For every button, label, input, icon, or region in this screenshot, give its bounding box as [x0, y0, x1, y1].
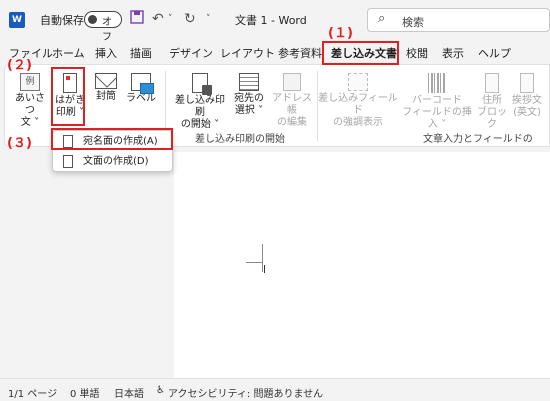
envelope-button[interactable]: 封筒 — [91, 73, 121, 103]
tab-layout[interactable]: レイアウト — [220, 45, 275, 61]
greeting-label-1: あいさつ — [15, 93, 45, 116]
search-icon: ⌕ — [378, 11, 386, 26]
text-cursor — [264, 265, 265, 273]
customize-toolbar-icon[interactable]: ˅ — [206, 10, 211, 28]
greeting-line-icon — [520, 73, 534, 93]
greeting-line-button[interactable]: 挨拶文 (英文) — [509, 73, 545, 119]
document-title: 文書 1 - Word — [235, 14, 307, 27]
labels-label: ラベル — [126, 93, 156, 104]
undo-dropdown-icon[interactable]: ˅ — [168, 10, 173, 28]
menu-item-create-message-side[interactable]: 文面の作成(D) — [53, 152, 174, 171]
annotation-label-3: (３) — [7, 136, 32, 151]
document-background — [0, 147, 174, 377]
edit-recipient-list-button[interactable]: アドレス帳 の編集 — [269, 73, 315, 129]
message-side-icon — [63, 155, 73, 168]
greeting-text-button[interactable]: 例 あいさつ 文 ˅ — [11, 73, 49, 129]
tab-view[interactable]: 表示 — [442, 45, 464, 61]
envelope-label: 封筒 — [96, 91, 116, 102]
tab-home[interactable]: ホーム — [52, 45, 85, 61]
status-accessibility[interactable]: アクセシビリティ: 問題ありません — [168, 385, 323, 400]
status-page-count[interactable]: 1/1 ページ — [8, 385, 57, 400]
search-placeholder: 検索 — [402, 16, 424, 29]
greeting-line-label-1: 挨拶文 — [512, 95, 542, 106]
edit-list-label-1: アドレス帳 — [272, 93, 312, 116]
tab-review[interactable]: 校閲 — [406, 45, 428, 61]
margin-mark — [262, 244, 263, 272]
status-language[interactable]: 日本語 — [114, 385, 144, 400]
address-label-1: 住所 — [482, 95, 502, 106]
highlight-fields-icon — [348, 73, 368, 91]
start-merge-label-2: の開始 ˅ — [180, 119, 220, 130]
barcode-label-2: フィールドの挿入 ˅ — [402, 107, 472, 130]
tab-references[interactable]: 参考資料 — [278, 45, 322, 61]
annotation-box-3 — [51, 128, 173, 150]
highlight-label-1: 差し込みフィールド — [318, 93, 398, 116]
barcode-icon — [428, 73, 446, 93]
address-block-button[interactable]: 住所 ブロック — [475, 73, 509, 131]
save-icon[interactable] — [130, 10, 144, 29]
start-merge-label-1: 差し込み印刷 — [175, 95, 225, 118]
autosave-label: 自動保存 — [40, 14, 84, 27]
undo-icon[interactable]: ↶ — [152, 10, 164, 28]
annotation-box-1 — [322, 41, 399, 65]
insert-barcode-field-button[interactable]: バーコード フィールドの挿入 ˅ — [399, 73, 475, 131]
select-recipients-button[interactable]: 宛先の 選択 ˅ — [231, 73, 267, 117]
recipients-label-2: 選択 ˅ — [234, 105, 264, 116]
start-mail-merge-button[interactable]: 差し込み印刷 の開始 ˅ — [171, 73, 229, 131]
accessibility-icon: ♿ — [156, 385, 165, 396]
highlight-label-2: の強調表示 — [333, 117, 383, 128]
greeting-label-2: 文 ˅ — [20, 117, 40, 128]
highlight-merge-fields-button[interactable]: 差し込みフィールド の強調表示 — [317, 73, 399, 129]
menu-item-label: 文面の作成(D) — [83, 156, 149, 167]
annotation-box-2 — [51, 67, 85, 126]
envelope-icon — [95, 73, 117, 89]
greeting-icon: 例 — [20, 73, 40, 91]
toggle-knob — [88, 15, 97, 24]
address-label-2: ブロック — [477, 107, 507, 130]
redo-icon[interactable]: ↻ — [184, 10, 196, 28]
document-page[interactable] — [174, 152, 550, 378]
ribbon-tabs: ファイル ホーム 挿入 描画 デザイン レイアウト 参考資料 差し込み文書 校閲… — [0, 40, 550, 66]
autosave-toggle[interactable]: オフ — [84, 11, 122, 43]
autosave-state: オフ — [102, 17, 112, 43]
greeting-line-label-2: (英文) — [513, 107, 541, 118]
group-label-write-insert-fields: 文章入力とフィールドの — [423, 134, 533, 145]
annotation-label-2: (２) — [7, 58, 32, 73]
status-bar: 1/1 ページ 0 単語 日本語 ♿ アクセシビリティ: 問題ありません — [0, 378, 550, 401]
tab-design[interactable]: デザイン — [169, 45, 213, 61]
edit-list-label-2: の編集 — [277, 117, 307, 128]
margin-mark — [246, 262, 262, 263]
tab-insert[interactable]: 挿入 — [95, 45, 117, 61]
barcode-label-1: バーコード — [412, 95, 462, 106]
recipients-list-icon — [239, 73, 259, 91]
tab-help[interactable]: ヘルプ — [478, 45, 511, 61]
annotation-label-1: (１) — [328, 26, 353, 41]
address-book-icon — [283, 73, 301, 91]
word-app-icon[interactable]: W — [9, 12, 25, 28]
address-block-icon — [485, 73, 499, 93]
group-label-start-merge: 差し込み印刷の開始 — [195, 134, 285, 145]
title-bar: W 自動保存 オフ ↶ ˅ ↻ ˅ 文書 1 - Word ⌕ 検索 — [0, 0, 550, 43]
search-input[interactable]: ⌕ 検索 — [367, 8, 550, 32]
labels-button[interactable]: ラベル — [125, 73, 157, 105]
tab-draw[interactable]: 描画 — [130, 45, 152, 61]
status-word-count[interactable]: 0 単語 — [70, 385, 100, 400]
recipients-label-1: 宛先の — [234, 93, 264, 104]
mail-merge-doc-icon — [192, 73, 212, 95]
label-icon — [131, 73, 154, 94]
